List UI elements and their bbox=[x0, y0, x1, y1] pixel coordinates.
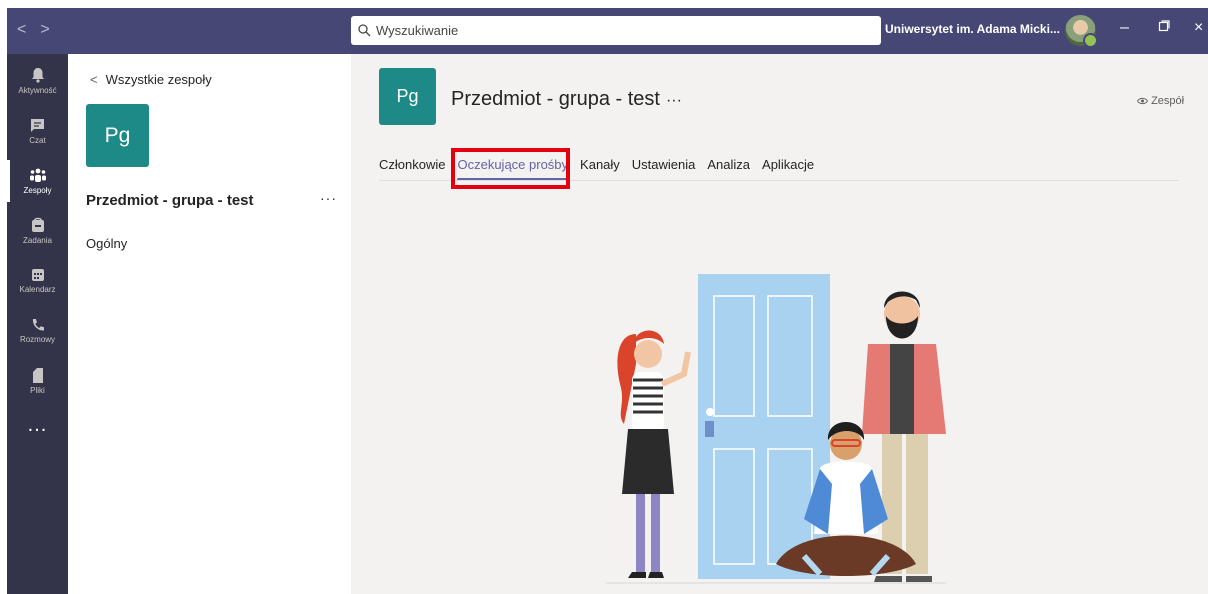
phone-icon bbox=[32, 319, 44, 331]
search-placeholder: Wyszukiwanie bbox=[376, 23, 459, 38]
calendar-icon bbox=[31, 269, 44, 281]
title-more-options-button[interactable]: ··· bbox=[666, 92, 682, 109]
organization-switcher[interactable]: Uniwersytet im. Adama Micki...⌄ bbox=[885, 22, 1076, 36]
app-rail: Aktywność Czat Zespoły Zadania Kalendarz… bbox=[7, 54, 68, 594]
rail-label: Rozmowy bbox=[19, 335, 56, 344]
all-teams-label: Wszystkie zespoły bbox=[105, 72, 212, 87]
page-title: Przedmiot - grupa - test ··· bbox=[451, 88, 682, 111]
back-arrow-icon[interactable]: < bbox=[17, 21, 40, 39]
rail-label: Pliki bbox=[30, 385, 45, 395]
chat-icon bbox=[31, 118, 44, 132]
title-bar: <> Wyszukiwanie Uniwersytet im. Adama Mi… bbox=[7, 8, 1208, 54]
more-apps-button[interactable]: ... bbox=[7, 414, 68, 437]
search-icon bbox=[358, 24, 371, 37]
tab-apps[interactable]: Aplikacje bbox=[756, 156, 820, 180]
team-more-options-button[interactable]: ··· bbox=[320, 190, 337, 206]
rail-item-chat[interactable]: Czat bbox=[7, 106, 68, 156]
page-title-text: Przedmiot - grupa - test bbox=[451, 88, 660, 110]
tab-channels[interactable]: Kanały bbox=[574, 156, 626, 180]
rail-item-calendar[interactable]: Kalendarz bbox=[7, 256, 68, 306]
organization-name: Uniwersytet im. Adama Micki... bbox=[885, 22, 1060, 36]
tab-highlight-box bbox=[451, 148, 570, 189]
team-avatar: Pg bbox=[379, 68, 436, 125]
chevron-left-icon: < bbox=[90, 72, 98, 87]
team-avatar-large: Pg bbox=[86, 104, 149, 167]
presence-available-icon bbox=[1083, 33, 1098, 48]
rail-label: Kalendarz bbox=[19, 285, 56, 294]
rail-label: Aktywność bbox=[18, 86, 57, 95]
empty-state-illustration bbox=[606, 274, 946, 584]
rail-item-files[interactable]: Pliki bbox=[7, 356, 68, 406]
tab-members[interactable]: Członkowie bbox=[379, 156, 451, 180]
forward-arrow-icon[interactable]: > bbox=[40, 21, 63, 39]
restore-icon[interactable] bbox=[1158, 19, 1170, 37]
search-box[interactable]: Wyszukiwanie bbox=[351, 16, 881, 45]
channel-item-general[interactable]: Ogólny bbox=[86, 236, 127, 251]
all-teams-link[interactable]: < Wszystkie zespoły bbox=[90, 72, 212, 87]
tab-analytics[interactable]: Analiza bbox=[701, 156, 756, 180]
eye-icon bbox=[1136, 97, 1149, 105]
rail-item-calls[interactable]: Rozmowy bbox=[7, 306, 68, 356]
files-icon bbox=[32, 367, 43, 383]
rail-label: Czat bbox=[29, 135, 46, 145]
rail-label: Zespoły bbox=[23, 186, 52, 195]
bell-icon bbox=[31, 68, 44, 83]
teams-icon bbox=[29, 168, 46, 182]
assignments-icon bbox=[31, 217, 44, 232]
team-name: Przedmiot - grupa - test bbox=[86, 192, 254, 209]
rail-item-activity[interactable]: Aktywność bbox=[7, 56, 68, 106]
close-icon[interactable]: × bbox=[1194, 19, 1203, 37]
history-nav: <> bbox=[17, 21, 64, 39]
rail-item-teams[interactable]: Zespoły bbox=[7, 156, 68, 206]
main-content: Pg Przedmiot - grupa - test ··· Zespół Cz… bbox=[351, 54, 1208, 594]
team-tabs: Członkowie Oczekujące prośby Kanały Usta… bbox=[379, 156, 820, 181]
avatar[interactable] bbox=[1065, 15, 1098, 48]
team-visibility-label: Zespół bbox=[1151, 95, 1185, 107]
tab-settings[interactable]: Ustawienia bbox=[626, 156, 702, 180]
team-visibility[interactable]: Zespół bbox=[1136, 95, 1185, 107]
minimize-icon[interactable]: – bbox=[1120, 19, 1129, 37]
team-panel: < Wszystkie zespoły Pg Przedmiot - grupa … bbox=[68, 54, 351, 594]
rail-label: Zadania bbox=[23, 236, 52, 245]
rail-item-assignments[interactable]: Zadania bbox=[7, 206, 68, 256]
